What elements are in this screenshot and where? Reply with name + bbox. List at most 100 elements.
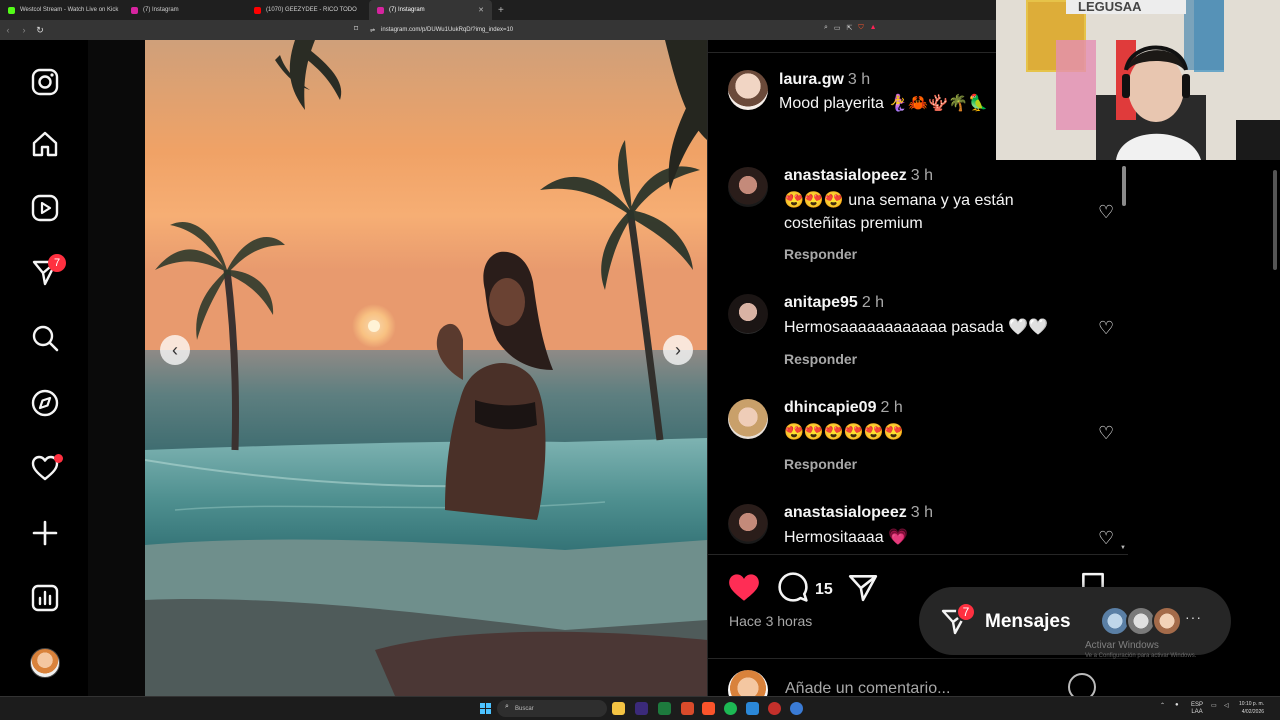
reload-icon[interactable]: ↻ [32,25,48,36]
commenter-avatar[interactable] [728,294,768,334]
premiere-icon[interactable] [635,702,648,715]
comment-username[interactable]: anastasialopeez [784,504,907,521]
app-icon[interactable] [746,702,759,715]
messages-pill[interactable]: 7 Mensajes ··· [919,587,1231,655]
conversation-avatar [1152,606,1182,636]
browser-tab[interactable]: (1070) GEEZYDEE - RICO TODO [246,0,369,20]
commenter-avatar[interactable] [728,399,768,439]
zoom-icon[interactable]: ⌕ [824,24,828,32]
more-icon[interactable]: ··· [1185,609,1202,625]
author-username[interactable]: laura.gw [779,71,844,88]
reply-button[interactable]: Responder [784,246,857,262]
browser-tab[interactable]: Westcol Stream - Watch Live on Kick [0,0,123,20]
instagram-logo-icon[interactable] [28,65,62,99]
share-button[interactable] [848,572,878,607]
new-tab-button[interactable]: + [492,5,510,16]
taskbar-search[interactable]: Buscar [497,700,607,717]
explore-icon[interactable] [28,386,62,420]
create-icon[interactable] [28,516,62,550]
microphone-icon[interactable]: ● [1175,702,1179,708]
activate-windows-title: Activar Windows [1085,640,1159,651]
share-icon[interactable]: ⇱ [847,24,853,32]
browser-tab-active[interactable]: (7) Instagram ✕ [369,0,492,20]
volume-icon[interactable]: ◁ [1224,702,1229,709]
scrollbar-thumb[interactable] [1122,166,1126,206]
webcam-overlay: LEGUSAA [996,0,1280,160]
cast-icon[interactable]: ▭ [834,24,841,32]
spotify-icon[interactable] [724,702,737,715]
reply-button[interactable]: Responder [784,456,857,472]
comment-count: 15 [815,581,833,598]
browser-tab[interactable]: (7) Instagram [123,0,246,20]
send-icon [848,575,878,602]
app-icon[interactable] [768,702,781,715]
divider [708,658,1129,659]
excel-icon[interactable] [658,702,671,715]
kick-favicon-icon [8,6,15,14]
heart-outline-icon[interactable]: ♡ [1098,318,1114,339]
heart-outline-icon[interactable]: ♡ [1098,202,1114,223]
comment-username[interactable]: anitape95 [784,294,858,311]
rewards-icon[interactable]: ▲ [870,24,877,32]
instagram-favicon-icon [131,6,138,14]
tab-label: (7) Instagram [389,7,425,13]
comment-button[interactable] [778,572,808,607]
bookmark-icon[interactable]: ⌑ [354,24,358,33]
office-icon[interactable] [681,702,694,715]
profile-avatar[interactable] [30,648,60,678]
streamer-webcam: LEGUSAA [996,0,1280,160]
comment-author: dhincapie09 2 h [784,399,903,417]
brave-icon[interactable] [702,702,715,715]
search-icon: ⌕ [505,703,509,710]
heart-filled-icon [729,574,759,601]
chevron-left-icon: ‹ [172,339,178,360]
search-icon[interactable] [28,321,62,355]
app-icon[interactable] [790,702,803,715]
activate-windows-subtitle: Ve a Configuración para activar Windows. [1085,653,1197,659]
like-button[interactable] [728,572,760,607]
dashboard-icon[interactable] [28,581,62,615]
back-icon[interactable]: ‹ [0,25,16,35]
file-explorer-icon[interactable] [612,702,625,715]
tab-label: Westcol Stream - Watch Live on Kick [20,7,119,13]
next-image-button[interactable]: › [663,335,693,365]
language-indicator[interactable]: ESP LAA [1191,702,1203,716]
home-icon[interactable] [28,127,62,161]
reply-button[interactable]: Responder [784,351,857,367]
prev-image-button[interactable]: ‹ [160,335,190,365]
post-timestamp: Hace 3 horas [729,613,813,629]
caption-text: Mood playerita 🧜‍♀️🦀🪸🌴🦜 [779,95,988,112]
clock-date: 4/02/2026 [1241,709,1265,715]
instagram-favicon-icon [377,6,384,14]
heart-outline-icon[interactable]: ♡ [1098,528,1114,549]
instagram-sidebar: 7 [0,40,88,696]
taskbar-clock[interactable]: 10:10 p. m. 4/02/2026 [1239,700,1264,716]
site-info-icon[interactable]: ⇌ [370,27,375,34]
messages-pill-badge: 7 [956,602,976,622]
tray-chevron-icon[interactable]: ⌃ [1160,702,1165,709]
reels-icon[interactable] [28,191,62,225]
messages-label: Mensajes [985,611,1071,632]
comment-text: Hermosaaaaaaaaaaaa pasada 🤍🤍 [784,319,1049,336]
clock-time: 10:10 p. m. [1239,701,1265,707]
comment-username[interactable]: anastasialopeez [784,167,907,184]
heart-outline-icon[interactable]: ♡ [1098,423,1114,444]
author-avatar[interactable] [728,70,768,110]
comment-author: anastasialopeez 3 h [784,504,933,522]
language-code: ESP [1191,702,1204,708]
comment-author: anastasialopeez 3 h [784,167,933,185]
close-tab-icon[interactable]: ✕ [478,6,484,14]
commenter-avatar[interactable] [728,167,768,207]
forward-icon[interactable]: › [16,25,32,35]
commenter-avatar[interactable] [728,504,768,544]
comment-username[interactable]: dhincapie09 [784,399,876,416]
page-scrollbar[interactable] [1273,170,1277,270]
comment-time: 2 h [880,399,903,416]
network-icon[interactable]: ▭ [1211,702,1217,709]
brave-shield-icon[interactable]: ⛉ [858,24,863,32]
comments-scrollbar[interactable] [1121,166,1127,558]
scroll-down-arrow-icon[interactable]: ▼ [1120,545,1126,551]
windows-start-icon[interactable] [480,703,491,714]
screen: Westcol Stream - Watch Live on Kick (7) … [0,0,1280,720]
chevron-right-icon: › [675,339,681,360]
